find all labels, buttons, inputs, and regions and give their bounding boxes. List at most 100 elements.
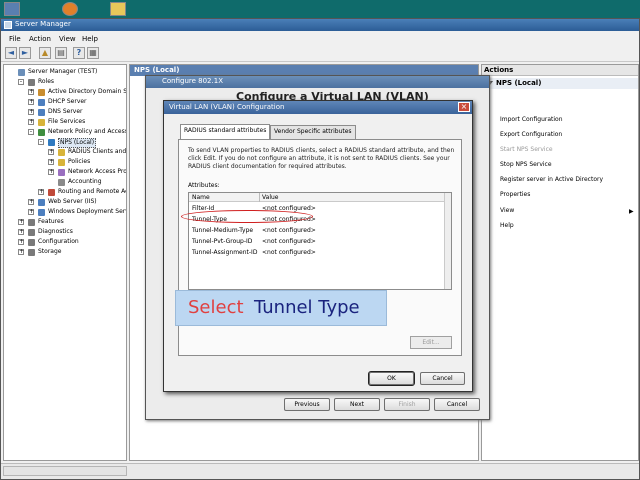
tree-item-label: Accounting (68, 178, 102, 185)
tree-item[interactable]: + Policies (4, 157, 126, 167)
callout-word-tunnel-type: Tunnel Type (254, 297, 360, 318)
expand-icon[interactable]: + (18, 219, 24, 225)
window-title-bar[interactable]: Server Manager (1, 19, 639, 31)
console-tree[interactable]: Server Manager (TEST) - Roles + Active Direc… (3, 64, 127, 461)
expand-icon[interactable]: + (18, 229, 24, 235)
expand-icon[interactable]: + (28, 199, 34, 205)
next-button[interactable]: Next (334, 398, 380, 411)
action-item[interactable]: Stop NPS Service (500, 161, 552, 168)
action-item[interactable]: Properties (500, 191, 530, 198)
collapse-icon[interactable]: - (18, 79, 24, 85)
tree-item-label: Network Access Pro (68, 168, 127, 175)
tree-item[interactable]: + Diagnostics (4, 227, 126, 237)
vlan-cancel-button[interactable]: Cancel (420, 372, 465, 385)
expand-icon[interactable]: + (28, 99, 34, 105)
collapse-icon[interactable]: - (38, 139, 44, 145)
expand-icon[interactable]: + (48, 169, 54, 175)
show-hide-tree-icon[interactable]: ▤ (55, 47, 67, 59)
expand-icon[interactable]: + (38, 189, 44, 195)
menu-action[interactable]: Action (29, 35, 51, 43)
expand-icon[interactable]: + (18, 239, 24, 245)
tree-node-icon (58, 169, 65, 176)
expand-icon[interactable]: + (18, 249, 24, 255)
tree-item[interactable]: + Active Directory Domain Se (4, 87, 127, 97)
expand-icon[interactable]: + (28, 109, 34, 115)
expand-icon[interactable]: + (28, 119, 34, 125)
tree-item[interactable]: + Configuration (4, 237, 126, 247)
close-icon[interactable]: × (458, 102, 470, 112)
attribute-name: Tunnel-Assignment-ID (192, 249, 258, 256)
back-arrow-icon[interactable]: ◄ (5, 47, 17, 59)
ok-button[interactable]: OK (368, 371, 415, 386)
actions-nps-group[interactable]: NPS (Local) (484, 78, 638, 89)
attributes-list[interactable]: Name Value Filter-Id <not configured> Tunn… (188, 192, 452, 290)
edit-button[interactable]: Edit... (410, 336, 452, 349)
action-item[interactable]: Import Configuration (500, 116, 563, 123)
wizard-title-bar[interactable]: Configure 802.1X (146, 76, 489, 88)
action-item[interactable]: View (500, 207, 514, 214)
action-item[interactable]: Start NPS Service (500, 146, 553, 153)
expand-icon[interactable]: + (28, 209, 34, 215)
tree-item[interactable]: + File Services (4, 117, 126, 127)
action-item[interactable]: Help (500, 222, 514, 229)
menu-view[interactable]: View (59, 35, 76, 43)
tree-item[interactable]: + Storage (4, 247, 126, 257)
action-item[interactable]: Export Configuration (500, 131, 562, 138)
tree-item[interactable]: + Network Access Pro (4, 167, 127, 177)
tree-item-label: Web Server (IIS) (48, 198, 97, 205)
help-icon[interactable]: ? (73, 47, 85, 59)
tree-item[interactable]: + Routing and Remote Ac (4, 187, 126, 197)
tree-item[interactable]: + Features (4, 217, 126, 227)
attribute-row[interactable]: Tunnel-Medium-Type <not configured> (189, 225, 443, 236)
wizard-cancel-button[interactable]: Cancel (434, 398, 480, 411)
folder-taskbar-icon[interactable] (110, 2, 126, 16)
menu-help[interactable]: Help (82, 35, 98, 43)
tree-item[interactable]: + Web Server (IIS) (4, 197, 126, 207)
attribute-row[interactable]: Tunnel-Assignment-ID <not configured> (189, 247, 443, 258)
tree-item[interactable]: Accounting (4, 177, 126, 187)
expand-icon[interactable]: + (48, 159, 54, 165)
attributes-scrollbar[interactable] (444, 193, 451, 289)
tree-item-label: Active Directory Domain Se (48, 88, 127, 95)
tree-item[interactable]: + Windows Deployment Servi (4, 207, 126, 217)
tree-horizontal-scrollbar[interactable] (3, 466, 127, 476)
tree-item[interactable]: Server Manager (TEST) (4, 67, 126, 77)
collapse-icon[interactable]: - (28, 129, 34, 135)
tree-item-label: Server Manager (TEST) (28, 68, 98, 75)
tree-item[interactable]: - Roles (4, 77, 126, 87)
tree-node-icon (58, 179, 65, 186)
tree-item[interactable]: - NPS (Local) (4, 137, 126, 148)
actions-group-title: NPS (Local) (496, 79, 542, 87)
menu-file[interactable]: File (9, 35, 21, 43)
tree-item[interactable]: + DNS Server (4, 107, 126, 117)
server-manager-taskbar-icon[interactable] (4, 2, 20, 16)
attribute-row[interactable]: Tunnel-Pvt-Group-ID <not configured> (189, 236, 443, 247)
tree-item[interactable]: + DHCP Server (4, 97, 126, 107)
desktop-taskbar (0, 0, 640, 18)
tree-item[interactable]: - Network Policy and Access (4, 127, 127, 137)
tree-item[interactable]: + RADIUS Clients and (4, 147, 127, 157)
submenu-arrow-icon: ▶ (629, 208, 634, 215)
vlan-dialog-title-bar[interactable]: Virtual LAN (VLAN) Configuration × (164, 101, 472, 114)
vlan-dialog-title: Virtual LAN (VLAN) Configuration (169, 103, 285, 111)
firefox-taskbar-icon[interactable] (62, 2, 78, 16)
tree-item-label: Configuration (38, 238, 79, 245)
tab-vendor-specific-attributes[interactable]: Vendor Specific attributes (270, 125, 356, 139)
tree-node-icon (28, 79, 35, 86)
previous-button[interactable]: Previous (284, 398, 330, 411)
vlan-configuration-dialog: Virtual LAN (VLAN) Configuration × RADIU… (163, 100, 473, 392)
up-folder-icon[interactable]: ▲ (39, 47, 51, 59)
tree-item-label: RADIUS Clients and (68, 148, 127, 155)
expand-icon[interactable]: + (48, 149, 54, 155)
column-header-value[interactable]: Value (262, 193, 278, 202)
action-pane-icon[interactable]: ▦ (87, 47, 99, 59)
action-item[interactable]: Register server in Active Directory (500, 176, 603, 183)
column-separator[interactable] (259, 193, 260, 202)
expand-icon[interactable]: + (28, 89, 34, 95)
column-header-name[interactable]: Name (192, 193, 210, 202)
attribute-name: Tunnel-Medium-Type (192, 227, 254, 234)
tab-radius-standard-attributes[interactable]: RADIUS standard attributes (180, 124, 271, 140)
forward-arrow-icon[interactable]: ► (19, 47, 31, 59)
finish-button[interactable]: Finish (384, 398, 430, 411)
tree-item-label: Network Policy and Access (48, 128, 127, 135)
